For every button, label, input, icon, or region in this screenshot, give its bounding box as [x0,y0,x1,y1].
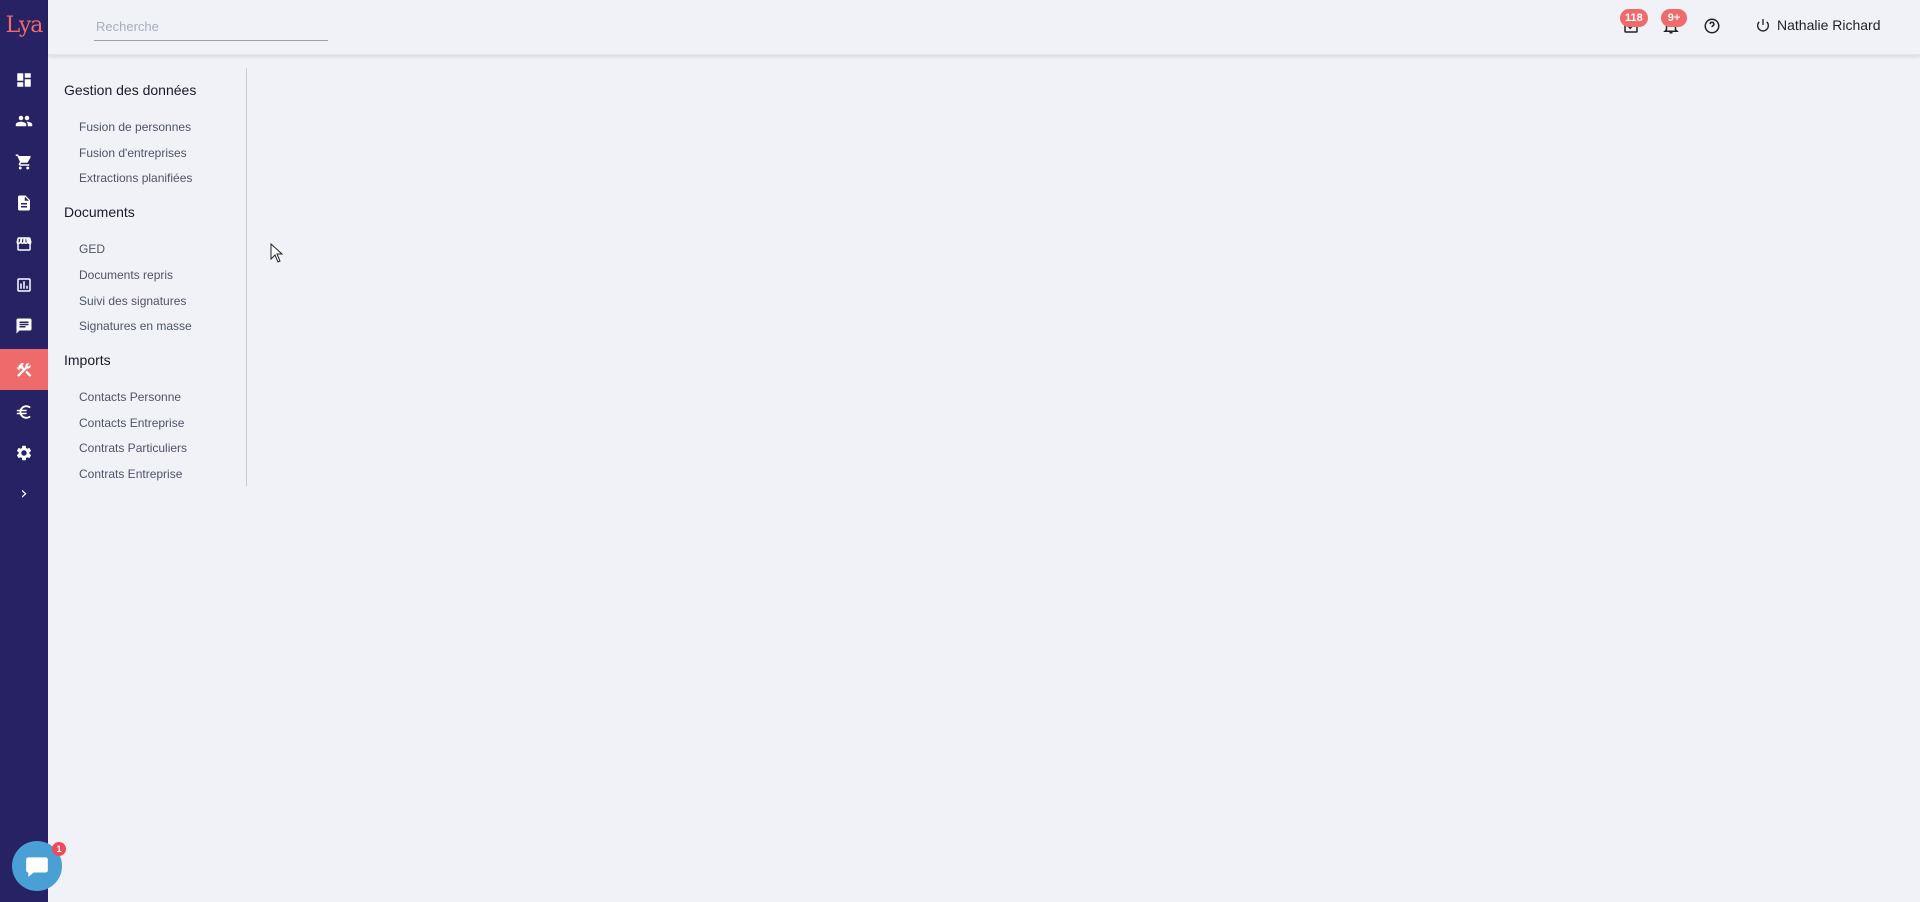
navigation-rail: Lya › [0,0,48,902]
section-title-documents: Documents [64,204,135,220]
euro-icon [16,404,31,419]
chat-icon [16,318,32,333]
rail-messages[interactable] [0,305,48,346]
rail-documents[interactable] [0,182,48,223]
chevron-right-icon: › [20,483,28,504]
gear-icon [16,445,32,460]
link-import-person-contacts[interactable]: Contacts Personne [79,390,181,404]
notifications-badge: 9+ [1661,9,1687,27]
section-title-data-management: Gestion des données [64,82,197,98]
rail-sales[interactable] [0,141,48,182]
cart-icon [15,154,31,169]
link-import-company-contracts[interactable]: Contrats Entreprise [79,467,182,481]
app-logo[interactable]: Lya [0,0,48,50]
rail-dashboard[interactable] [0,59,48,100]
rail-expand[interactable]: › [0,473,48,514]
document-icon [18,195,30,210]
link-documents-repris[interactable]: Documents repris [79,268,173,282]
user-name: Nathalie Richard [1777,17,1881,33]
mouse-cursor-icon [270,243,284,263]
link-merge-people[interactable]: Fusion de personnes [79,120,191,134]
rail-settings[interactable] [0,432,48,473]
tools-icon [16,362,32,377]
rail-reports[interactable] [0,264,48,305]
rail-contacts[interactable] [0,100,48,141]
rail-tools[interactable] [0,349,48,390]
dashboard-icon [17,72,31,87]
people-icon [15,115,33,126]
top-bar: 118 9+ Nathalie Richard [48,0,1920,55]
chat-badge: 1 [52,842,66,856]
chat-bubble-icon [26,857,48,877]
help-icon [1704,18,1720,34]
rail-store[interactable] [0,223,48,264]
help-button[interactable] [1700,14,1724,38]
section-title-imports: Imports [64,352,111,368]
link-signature-tracking[interactable]: Suivi des signatures [79,294,186,308]
store-icon [16,236,32,251]
search-input[interactable] [94,12,328,41]
power-icon [1757,19,1769,32]
link-import-company-contacts[interactable]: Contacts Entreprise [79,416,184,430]
chart-icon [17,277,31,292]
link-import-individual-contracts[interactable]: Contrats Particuliers [79,441,187,455]
tools-menu: Gestion des données Fusion de personnes … [64,68,247,486]
link-bulk-signatures[interactable]: Signatures en masse [79,319,192,333]
link-merge-companies[interactable]: Fusion d'entreprises [79,146,187,160]
tasks-badge: 118 [1620,9,1648,27]
link-ged[interactable]: GED [79,242,105,256]
user-menu[interactable]: Nathalie Richard [1755,17,1881,33]
rail-finance[interactable] [0,391,48,432]
link-scheduled-extractions[interactable]: Extractions planifiées [79,171,192,185]
